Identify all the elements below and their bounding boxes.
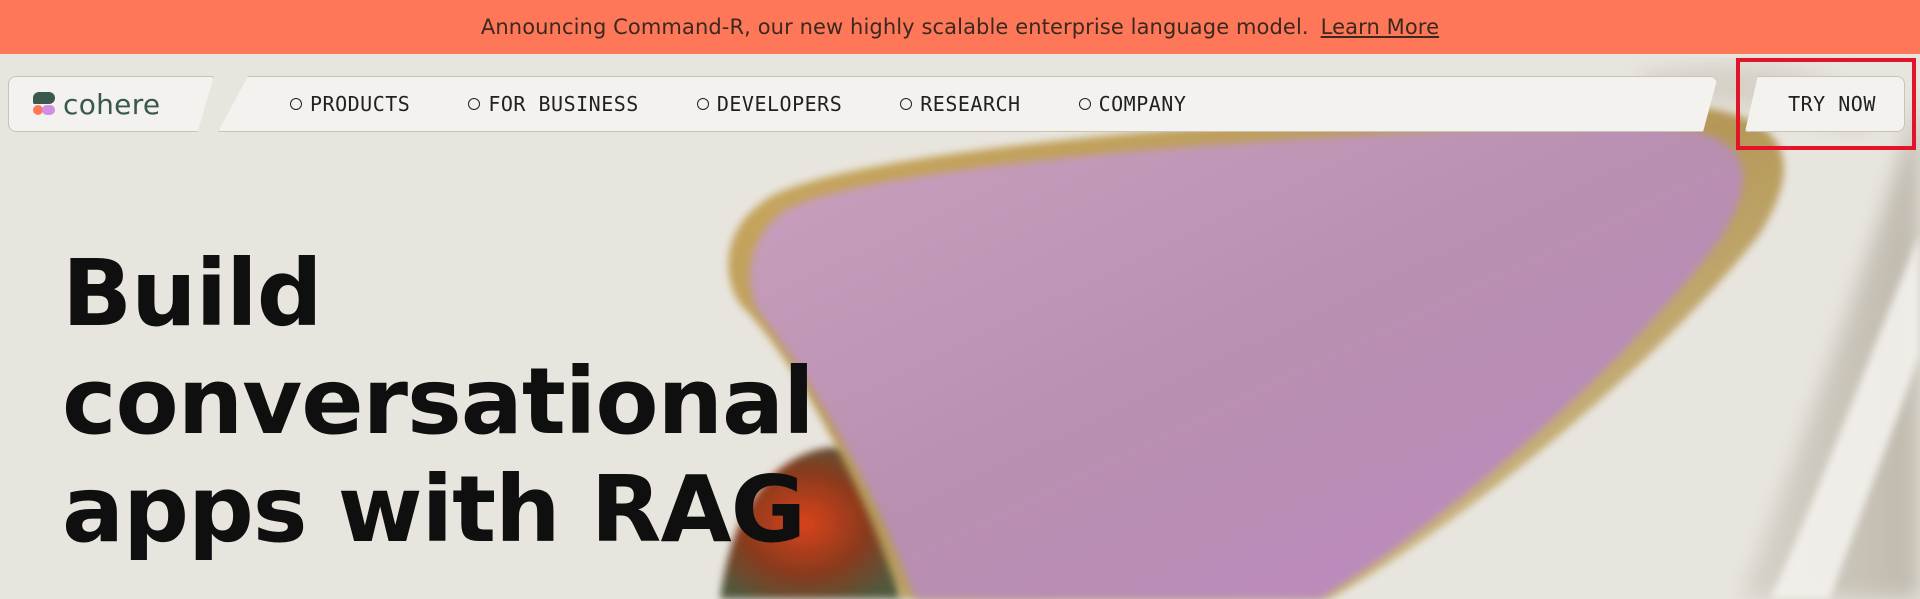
nav-item-label: COMPANY <box>1098 92 1187 116</box>
circle-icon <box>696 98 709 110</box>
nav-item-developers[interactable]: DEVELOPERS <box>696 92 843 116</box>
nav-menu-items: PRODUCTS FOR BUSINESS DEVELOPERS RESEARC… <box>290 76 1244 132</box>
circle-icon <box>900 98 913 110</box>
hero-heading: Build conversational apps with RAG <box>62 240 815 564</box>
learn-more-link[interactable]: Learn More <box>1321 15 1439 39</box>
announcement-bar: Announcing Command-R, our new highly sca… <box>0 0 1920 54</box>
nav-item-label: FOR BUSINESS <box>488 92 639 116</box>
nav-item-label: RESEARCH <box>920 92 1021 116</box>
hero-heading-line: Build <box>62 240 323 347</box>
cohere-logo-icon <box>31 91 57 117</box>
nav-item-research[interactable]: RESEARCH <box>900 92 1020 116</box>
circle-icon <box>1078 98 1091 110</box>
nav-item-label: PRODUCTS <box>310 92 411 116</box>
nav-item-products[interactable]: PRODUCTS <box>290 92 410 116</box>
try-now-button[interactable]: TRY NOW <box>1745 76 1905 132</box>
nav-item-label: DEVELOPERS <box>716 92 843 116</box>
circle-icon <box>468 98 481 110</box>
circle-icon <box>290 98 302 110</box>
hero-heading-line: apps with RAG <box>62 456 806 563</box>
announcement-message: Announcing Command-R, our new highly sca… <box>480 15 1309 39</box>
top-navigation: cohere PRODUCTS FOR BUSINESS DEVELOPERS … <box>0 54 1920 140</box>
logo-wordmark: cohere <box>63 87 161 121</box>
cohere-logo[interactable]: cohere <box>8 76 214 132</box>
nav-item-for-business[interactable]: FOR BUSINESS <box>468 92 639 116</box>
nav-item-company[interactable]: COMPANY <box>1078 92 1187 116</box>
hero-heading-line: conversational <box>62 348 815 455</box>
